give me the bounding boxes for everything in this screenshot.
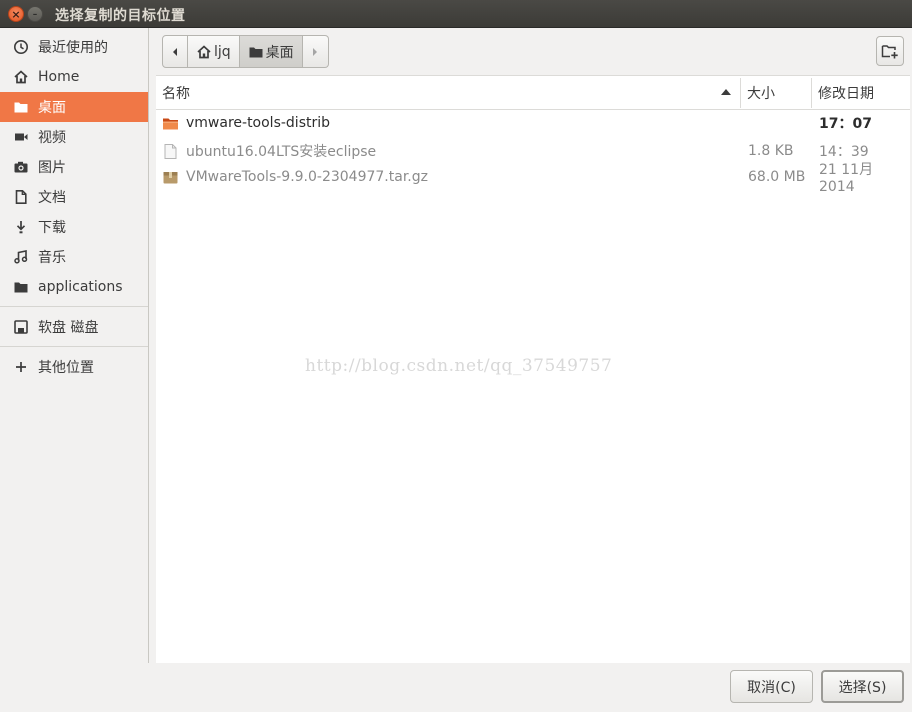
- sidebar-item-applications[interactable]: applications: [0, 272, 148, 302]
- file-name: vmware-tools-distrib: [186, 115, 331, 131]
- video-icon: [12, 128, 30, 146]
- sidebar-item-other-locations[interactable]: 其他位置: [0, 352, 148, 382]
- file-modified: 17：07: [819, 116, 872, 132]
- path-segment-home[interactable]: ljq: [188, 35, 240, 68]
- column-modified-label: 修改日期: [818, 86, 874, 102]
- new-folder-button[interactable]: [876, 36, 904, 66]
- select-button[interactable]: 选择(S): [821, 670, 904, 703]
- file-row[interactable]: ubuntu16.04LTS安装eclipse 1.8 KB 14：39: [156, 138, 910, 164]
- folder-icon: [12, 98, 30, 116]
- file-name-cell: vmware-tools-distrib: [162, 110, 330, 136]
- document-icon: [12, 188, 30, 206]
- sidebar-item-home[interactable]: Home: [0, 62, 148, 92]
- close-icon: ×: [11, 8, 21, 21]
- chevron-right-icon: [313, 47, 318, 56]
- close-window-button[interactable]: ×: [8, 6, 24, 22]
- file-modified: 21 11月 2014: [819, 162, 874, 195]
- file-name: VMwareTools-9.9.0-2304977.tar.gz: [186, 169, 428, 185]
- path-bar: ljq 桌面: [162, 35, 329, 68]
- sidebar-item-label: 下载: [38, 220, 66, 236]
- watermark-text: http://blog.csdn.net/qq_37549757: [305, 356, 613, 376]
- sidebar-item-documents[interactable]: 文档: [0, 182, 148, 212]
- sidebar-item-label: applications: [38, 279, 123, 295]
- file-name-cell: VMwareTools-9.9.0-2304977.tar.gz: [162, 164, 428, 190]
- folder-icon: [12, 278, 30, 296]
- download-icon: [12, 218, 30, 236]
- sidebar-divider: [0, 306, 148, 307]
- title-bar: × – 选择复制的目标位置: [0, 0, 912, 28]
- archive-icon: [162, 169, 179, 186]
- file-row[interactable]: VMwareTools-9.9.0-2304977.tar.gz 68.0 MB…: [156, 162, 910, 195]
- sidebar-item-label: 图片: [38, 160, 66, 176]
- column-size-label: 大小: [747, 86, 775, 102]
- file-chooser-dialog: × – 选择复制的目标位置 最近使用的 Home 桌面 视频 图片 文档 下载 …: [0, 0, 912, 712]
- sidebar-divider: [0, 346, 148, 347]
- sidebar-item-pictures[interactable]: 图片: [0, 152, 148, 182]
- places-sidebar: 最近使用的 Home 桌面 视频 图片 文档 下载 音乐 application…: [0, 28, 149, 663]
- column-header-size[interactable]: 大小: [741, 76, 811, 110]
- sort-ascending-icon: [721, 89, 731, 95]
- sidebar-item-label: 最近使用的: [38, 40, 108, 56]
- home-icon: [197, 44, 211, 58]
- sidebar-item-label: 软盘 磁盘: [38, 320, 99, 336]
- sidebar-item-label: Home: [38, 69, 80, 85]
- file-row[interactable]: vmware-tools-distrib 17：07: [156, 110, 910, 136]
- text-file-icon: [162, 143, 179, 160]
- sidebar-item-music[interactable]: 音乐: [0, 242, 148, 272]
- minimize-icon: –: [32, 10, 38, 20]
- music-icon: [12, 248, 30, 266]
- path-segment-desktop[interactable]: 桌面: [239, 35, 303, 68]
- column-header-row: 名称 大小 修改日期: [156, 76, 910, 110]
- column-header-name[interactable]: 名称: [156, 76, 740, 110]
- cancel-button[interactable]: 取消(C): [730, 670, 813, 703]
- column-name-label: 名称: [162, 86, 190, 102]
- sidebar-item-label: 文档: [38, 190, 66, 206]
- plus-icon: [12, 358, 30, 376]
- chevron-left-icon: [173, 47, 177, 56]
- file-size: 68.0 MB: [748, 169, 806, 185]
- folder-icon: [162, 115, 179, 132]
- new-folder-icon: [881, 45, 898, 59]
- file-size: 1.8 KB: [748, 143, 794, 159]
- column-header-modified[interactable]: 修改日期: [812, 76, 910, 110]
- sidebar-item-floppy[interactable]: 软盘 磁盘: [0, 312, 148, 342]
- sidebar-item-label: 其他位置: [38, 360, 94, 376]
- path-segment-label: ljq: [214, 43, 231, 60]
- file-name-cell: ubuntu16.04LTS安装eclipse: [162, 138, 376, 164]
- path-segment-label: 桌面: [265, 44, 294, 61]
- sidebar-item-recent[interactable]: 最近使用的: [0, 32, 148, 62]
- sidebar-item-label: 视频: [38, 130, 66, 146]
- sidebar-item-desktop[interactable]: 桌面: [0, 92, 148, 122]
- path-back-button[interactable]: [162, 35, 188, 68]
- home-icon: [12, 68, 30, 86]
- floppy-icon: [12, 318, 30, 336]
- sidebar-item-label: 桌面: [38, 100, 66, 116]
- sidebar-item-label: 音乐: [38, 250, 66, 266]
- window-title: 选择复制的目标位置: [55, 8, 186, 24]
- file-name: ubuntu16.04LTS安装eclipse: [186, 144, 377, 160]
- clock-icon: [12, 38, 30, 56]
- minimize-window-button[interactable]: –: [27, 6, 43, 22]
- sidebar-item-downloads[interactable]: 下载: [0, 212, 148, 242]
- folder-icon: [249, 47, 263, 57]
- sidebar-item-videos[interactable]: 视频: [0, 122, 148, 152]
- path-forward-button[interactable]: [302, 35, 329, 68]
- camera-icon: [12, 158, 30, 176]
